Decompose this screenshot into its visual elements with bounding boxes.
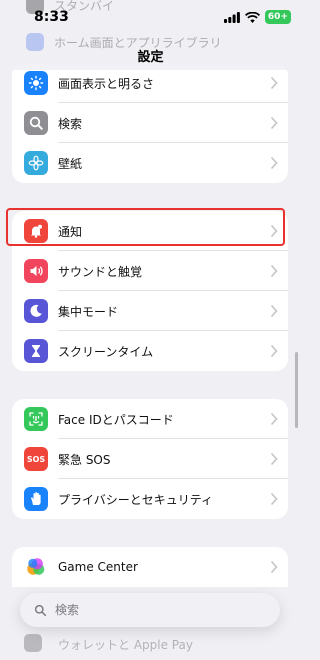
status-bar: 8:33 60+ <box>0 0 301 34</box>
chevron-right-icon <box>270 156 278 170</box>
settings-row-focus[interactable]: 集中モード <box>12 291 288 331</box>
settings-row-label: プライバシーとセキュリティ <box>58 492 214 507</box>
page-title: 設定 <box>137 50 164 65</box>
status-time: 8:33 <box>34 9 69 25</box>
settings-row-emergency-sos[interactable]: SOS 緊急 SOS <box>12 439 288 479</box>
search-bar[interactable] <box>20 593 280 627</box>
chevron-right-icon <box>270 560 278 574</box>
faceid-icon <box>24 407 48 431</box>
chevron-right-icon <box>270 116 278 130</box>
settings-row-search[interactable]: 検索 <box>12 103 288 143</box>
settings-group-display: 画面表示と明るさ 検索 壁紙 <box>12 63 288 183</box>
sun-icon <box>24 71 48 95</box>
chevron-right-icon <box>270 452 278 466</box>
chevron-right-icon <box>270 492 278 506</box>
settings-row-privacy[interactable]: プライバシーとセキュリティ <box>12 479 288 519</box>
settings-row-label: サウンドと触覚 <box>58 264 143 279</box>
battery-icon: 60+ <box>264 10 291 24</box>
hourglass-icon <box>24 339 48 363</box>
wifi-icon <box>244 11 260 23</box>
settings-row-sounds[interactable]: サウンドと触覚 <box>12 251 288 291</box>
flower-icon <box>24 151 48 175</box>
magnifier-icon <box>24 111 48 135</box>
scrollbar[interactable] <box>295 352 298 428</box>
settings-row-label: ウォレットと Apple Pay <box>58 638 193 652</box>
settings-group-security: Face IDとパスコード SOS 緊急 SOS プライバシーとセキュリティ <box>12 399 288 519</box>
settings-row-wallet: ウォレットと Apple Pay <box>12 630 288 660</box>
settings-row-face-id[interactable]: Face IDとパスコード <box>12 399 288 439</box>
settings-row-label: 緊急 SOS <box>58 452 111 467</box>
settings-group-apps: Game Center <box>12 547 288 587</box>
settings-row-label: 集中モード <box>58 304 119 319</box>
cellular-signal-icon <box>223 11 240 23</box>
settings-row-label: Game Center <box>58 560 138 574</box>
settings-row-screen-time[interactable]: スクリーンタイム <box>12 331 288 371</box>
chevron-right-icon <box>270 264 278 278</box>
settings-row-label: Face IDとパスコード <box>58 412 174 427</box>
settings-row-label: 画面表示と明るさ <box>58 76 155 91</box>
settings-row-wallpaper[interactable]: 壁紙 <box>12 143 288 183</box>
search-input[interactable] <box>53 602 257 618</box>
settings-row-label: 壁紙 <box>58 156 83 171</box>
chevron-right-icon <box>270 412 278 426</box>
chevron-right-icon <box>270 304 278 318</box>
search-icon <box>34 604 47 616</box>
status-icons: 60+ <box>223 10 291 24</box>
highlight-box <box>6 208 285 246</box>
speaker-icon <box>24 259 48 283</box>
hand-icon <box>24 487 48 511</box>
game-center-icon <box>24 555 48 579</box>
settings-row-label: 検索 <box>58 116 83 131</box>
settings-row-game-center[interactable]: Game Center <box>12 547 288 587</box>
settings-row-label: スクリーンタイム <box>58 344 154 359</box>
chevron-right-icon <box>270 76 278 90</box>
sos-icon: SOS <box>24 447 48 471</box>
chevron-right-icon <box>270 344 278 358</box>
moon-icon <box>24 299 48 323</box>
wallet-icon <box>24 634 42 652</box>
